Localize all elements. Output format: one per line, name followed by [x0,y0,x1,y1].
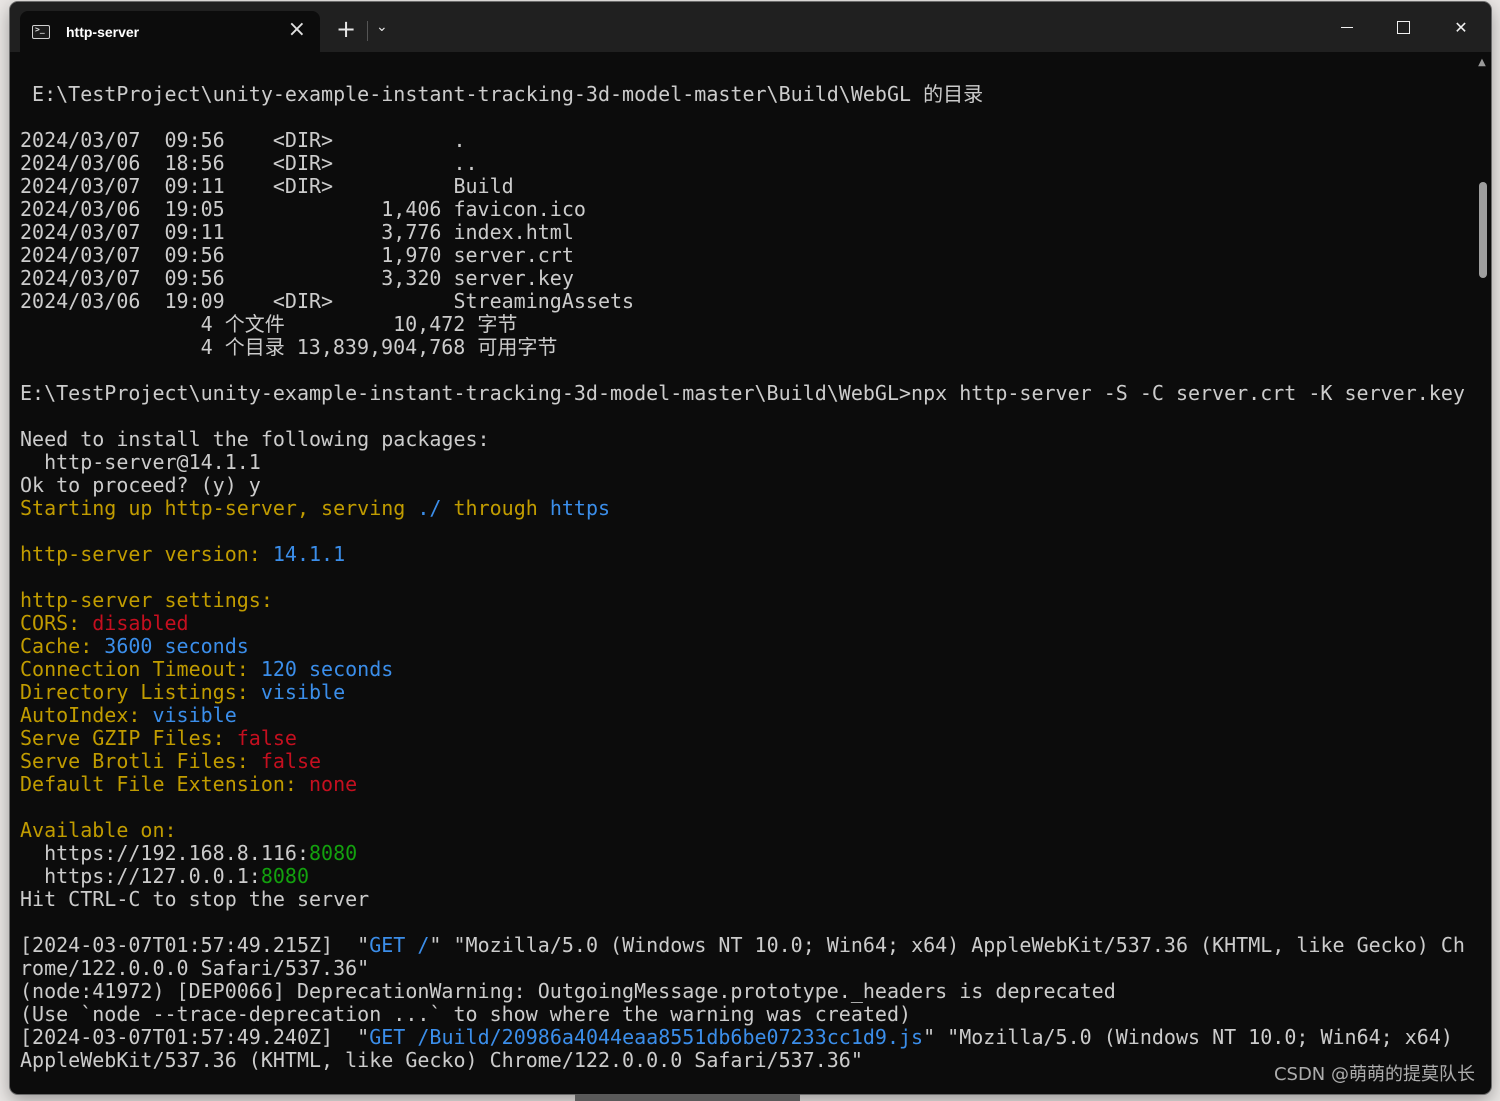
log-timestamp: [2024-03-07T01:57:49.240Z] " [20,1025,370,1049]
log-request: GET / [369,933,430,957]
close-icon[interactable]: × [288,19,306,41]
terminal-icon: >_ [32,24,50,39]
log-request: GET /Build/20986a4044eaa8551db6be07233cc… [369,1025,924,1049]
setting-label: Serve GZIP Files: [20,726,237,750]
setting-label: AutoIndex: [20,703,153,727]
watermark: CSDN @萌萌的提莫队长 [1273,1064,1475,1085]
dir-entry: 2024/03/06 19:09 <DIR> StreamingAssets [20,289,635,313]
tab-title: http-server [66,23,140,40]
output-line: http-server@14.1.1 [20,450,261,474]
maximize-button[interactable] [1380,12,1426,42]
startup-text: Starting up http-server, serving [20,496,418,520]
dir-entry: 2024/03/06 18:56 <DIR> .. [20,151,478,175]
setting-value: 3600 seconds [104,634,249,658]
setting-value: disabled [92,611,189,635]
setting-value: visible [152,703,237,727]
tab-http-server[interactable]: >_ http-server × [20,11,320,52]
version-value: 14.1.1 [272,542,346,566]
terminal-window: >_ http-server × + ⌄ ✕ E:\TestProject\un… [10,2,1491,1094]
dir-summary: 4 个目录 13,839,904,768 可用字节 [20,335,558,359]
output-line: Hit CTRL-C to stop the server [20,887,370,911]
dir-entry: 2024/03/07 09:11 3,776 index.html [20,220,574,244]
setting-label: Directory Listings: [20,680,261,704]
maximize-icon [1396,20,1410,34]
log-timestamp: [2024-03-07T01:57:49.215Z] " [20,933,370,957]
address-url: https://127.0.0.1: [20,864,261,888]
version-label: http-server version: [20,542,273,566]
serve-path: ./ [417,496,442,520]
setting-label: Connection Timeout: [20,657,261,681]
available-header: Available on: [20,818,177,842]
output-line: Need to install the following packages: [20,427,490,451]
protocol: https [549,496,611,520]
dir-entry: 2024/03/07 09:11 <DIR> Build [20,174,514,198]
title-bar: >_ http-server × + ⌄ ✕ [10,2,1491,52]
file-summary: 4 个文件 10,472 字节 [20,312,518,336]
scrollbar-thumb[interactable] [1479,182,1487,278]
address-url: https://192.168.8.116: [20,841,309,865]
minimize-icon [1341,26,1353,28]
tab-separator [367,21,368,41]
setting-label: Cache: [20,634,105,658]
dir-entry: 2024/03/07 09:56 <DIR> . [20,128,466,152]
dir-entry: 2024/03/06 19:05 1,406 favicon.ico [20,197,586,221]
taskbar-fragment [575,1094,800,1101]
log-agent: " "Mozilla/5.0 (Windows NT 10.0; Win64; … [429,933,1465,957]
log-agent: AppleWebKit/537.36 (KHTML, like Gecko) C… [20,1048,863,1072]
warning-line: (node:41972) [DEP0066] DeprecationWarnin… [20,979,1116,1003]
close-window-icon: ✕ [1454,17,1468,37]
dir-entry: 2024/03/07 09:56 3,320 server.key [20,266,574,290]
chevron-down-icon[interactable]: ⌄ [376,19,388,35]
setting-value: visible [260,680,346,704]
address-port: 8080 [260,864,309,888]
setting-label: CORS: [20,611,93,635]
dir-entry: 2024/03/07 09:56 1,970 server.crt [20,243,574,267]
warning-line: (Use `node --trace-deprecation ...` to s… [20,1002,912,1026]
log-agent: rome/122.0.0.0 Safari/537.36" [20,956,370,980]
setting-value: none [308,772,358,796]
setting-value: false [236,726,297,750]
setting-value: false [260,749,322,773]
address-port: 8080 [308,841,358,865]
minimize-button[interactable] [1324,12,1370,42]
terminal-output[interactable]: E:\TestProject\unity-example-instant-tra… [20,83,1476,1088]
output-line: Ok to proceed? (y) y [20,473,261,497]
setting-label: Serve Brotli Files: [20,749,261,773]
dir-header: E:\TestProject\unity-example-instant-tra… [20,83,984,106]
settings-header: http-server settings: [20,588,273,612]
setting-value: 120 seconds [260,657,394,681]
scroll-up-arrow[interactable]: ▲ [1475,57,1489,71]
setting-label: Default File Extension: [20,772,309,796]
log-agent: " "Mozilla/5.0 (Windows NT 10.0; Win64; … [923,1025,1453,1049]
scrollbar[interactable] [1477,74,1487,1089]
startup-through: through [441,496,550,520]
command-line: E:\TestProject\unity-example-instant-tra… [20,381,1465,405]
close-window-button[interactable]: ✕ [1438,12,1484,42]
new-tab-button[interactable]: + [336,17,356,41]
